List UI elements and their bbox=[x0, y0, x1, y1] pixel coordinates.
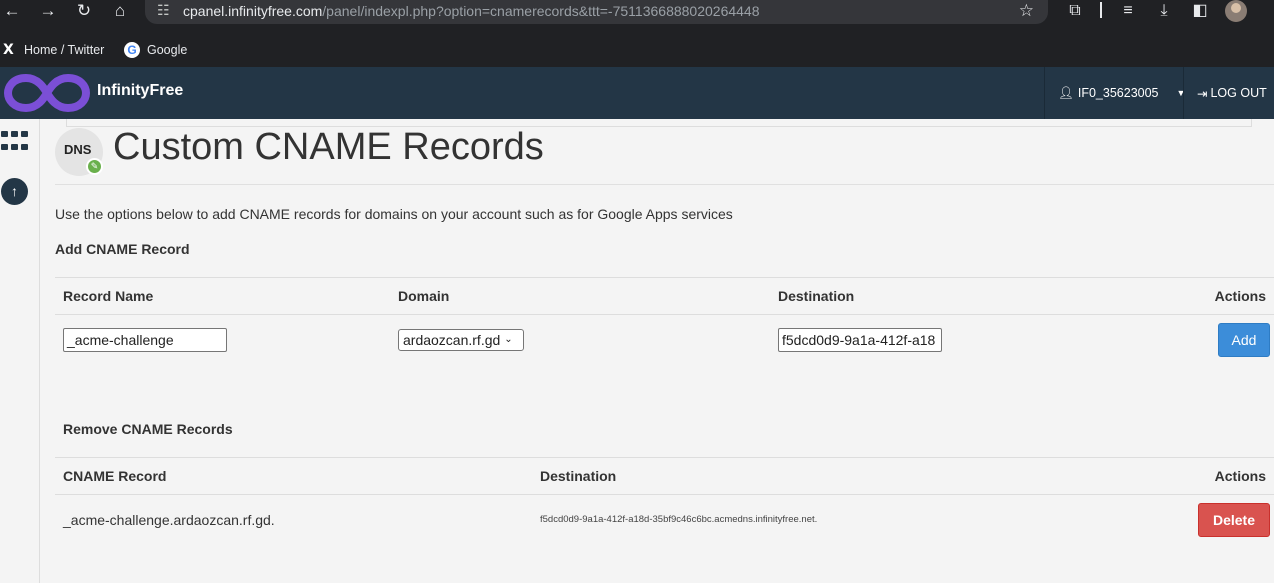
bookmark-label: Google bbox=[147, 43, 188, 57]
brand-name[interactable]: InfinityFree bbox=[97, 82, 183, 100]
back-arrow-icon[interactable]: ← bbox=[0, 0, 24, 22]
bookmark-home-twitter[interactable]: X Home / Twitter bbox=[3, 39, 104, 61]
destination-input[interactable]: f5dcd0d9-9a1a-412f-a18 bbox=[778, 327, 942, 352]
download-icon[interactable]: ⤓ bbox=[1152, 0, 1176, 22]
address-bar[interactable]: ☷ cpanel.infinityfree.com/panel/indexpl.… bbox=[145, 0, 1048, 24]
col-destination: Destination bbox=[770, 277, 1170, 315]
col-destination: Destination bbox=[532, 457, 1132, 495]
dns-icon-label: DNS bbox=[64, 142, 92, 157]
url-text[interactable]: cpanel.infinityfree.com/panel/indexpl.ph… bbox=[183, 3, 760, 19]
user-menu[interactable]: 👤︎ IF0_35623005 ▼ bbox=[1044, 67, 1185, 119]
add-cname-table: Record Name Domain Destination Actions _… bbox=[55, 277, 1274, 365]
add-section-heading: Add CNAME Record bbox=[55, 241, 190, 257]
dns-icon: DNS ✎ bbox=[55, 128, 103, 176]
toolbar-divider bbox=[1100, 2, 1102, 18]
col-cname-record: CNAME Record bbox=[55, 457, 532, 495]
logout-button[interactable]: ⇥ LOG OUT bbox=[1183, 67, 1274, 119]
home-icon[interactable]: ⌂ bbox=[108, 0, 132, 22]
bookmark-star-icon[interactable]: ☆ bbox=[1019, 1, 1034, 21]
url-path: /panel/indexpl.php?option=cnamerecords&t… bbox=[322, 3, 760, 19]
user-icon: 👤︎ bbox=[1058, 85, 1074, 100]
bookmarks-bar: X Home / Twitter G Google bbox=[0, 35, 1274, 67]
username: IF0_35623005 bbox=[1077, 86, 1159, 100]
browser-toolbar: ← → ↻ ⌂ ☷ cpanel.infinityfree.com/panel/… bbox=[0, 0, 1274, 35]
page-title: Custom CNAME Records bbox=[113, 126, 544, 168]
profile-avatar[interactable] bbox=[1225, 0, 1247, 22]
main-content: DNS ✎ Custom CNAME Records Use the optio… bbox=[40, 119, 1274, 583]
forward-arrow-icon[interactable]: → bbox=[36, 0, 60, 22]
col-domain: Domain bbox=[390, 277, 770, 315]
title-divider bbox=[55, 184, 1274, 185]
x-logo-icon: X bbox=[3, 42, 14, 58]
sidebar: ↑ bbox=[0, 119, 40, 583]
logout-icon: ⇥ bbox=[1197, 86, 1208, 101]
add-button[interactable]: Add bbox=[1218, 322, 1270, 357]
remove-section-heading: Remove CNAME Records bbox=[63, 421, 233, 437]
app-header: InfinityFree 👤︎ IF0_35623005 ▼ ⇥ LOG OUT bbox=[0, 67, 1274, 119]
pencil-icon: ✎ bbox=[86, 158, 103, 175]
media-queue-icon[interactable]: ≡ bbox=[1116, 0, 1140, 22]
destination-cell: f5dcd0d9-9a1a-412f-a18d-35bf9c46c6bc.acm… bbox=[540, 514, 818, 526]
reload-icon[interactable]: ↻ bbox=[72, 0, 96, 22]
remove-cname-table: CNAME Record Destination Actions _acme-c… bbox=[55, 457, 1274, 545]
col-record-name: Record Name bbox=[55, 277, 390, 315]
domain-select[interactable]: ardaozcan.rf.gd ⌄ bbox=[398, 328, 524, 351]
col-actions: Actions bbox=[1170, 277, 1274, 315]
bookmark-label: Home / Twitter bbox=[24, 43, 105, 57]
cname-record-cell: _acme-challenge.ardaozcan.rf.gd. bbox=[63, 511, 275, 528]
infinity-logo-icon[interactable] bbox=[4, 72, 90, 114]
chevron-down-icon: ⌄ bbox=[504, 333, 513, 345]
bookmark-google[interactable]: G Google bbox=[124, 39, 187, 61]
apps-grid-icon[interactable] bbox=[1, 131, 28, 153]
domain-select-value: ardaozcan.rf.gd bbox=[403, 331, 501, 348]
url-host: cpanel.infinityfree.com bbox=[183, 3, 323, 19]
logout-label: LOG OUT bbox=[1210, 86, 1267, 100]
col-actions: Actions bbox=[1132, 457, 1274, 495]
record-name-input[interactable]: _acme-challenge bbox=[63, 327, 227, 352]
side-panel-icon[interactable]: ◧ bbox=[1188, 0, 1212, 22]
intro-text: Use the options below to add CNAME recor… bbox=[55, 206, 733, 222]
upload-icon[interactable]: ↑ bbox=[1, 178, 28, 205]
google-logo-icon: G bbox=[124, 42, 140, 58]
site-info-icon[interactable]: ☷ bbox=[157, 2, 170, 19]
add-form-row: _acme-challenge ardaozcan.rf.gd ⌄ f5dcd0… bbox=[55, 315, 1274, 365]
table-row: _acme-challenge.ardaozcan.rf.gd. f5dcd0d… bbox=[55, 495, 1274, 545]
delete-button[interactable]: Delete bbox=[1198, 502, 1270, 537]
extensions-icon[interactable]: ⧉ bbox=[1063, 0, 1087, 22]
